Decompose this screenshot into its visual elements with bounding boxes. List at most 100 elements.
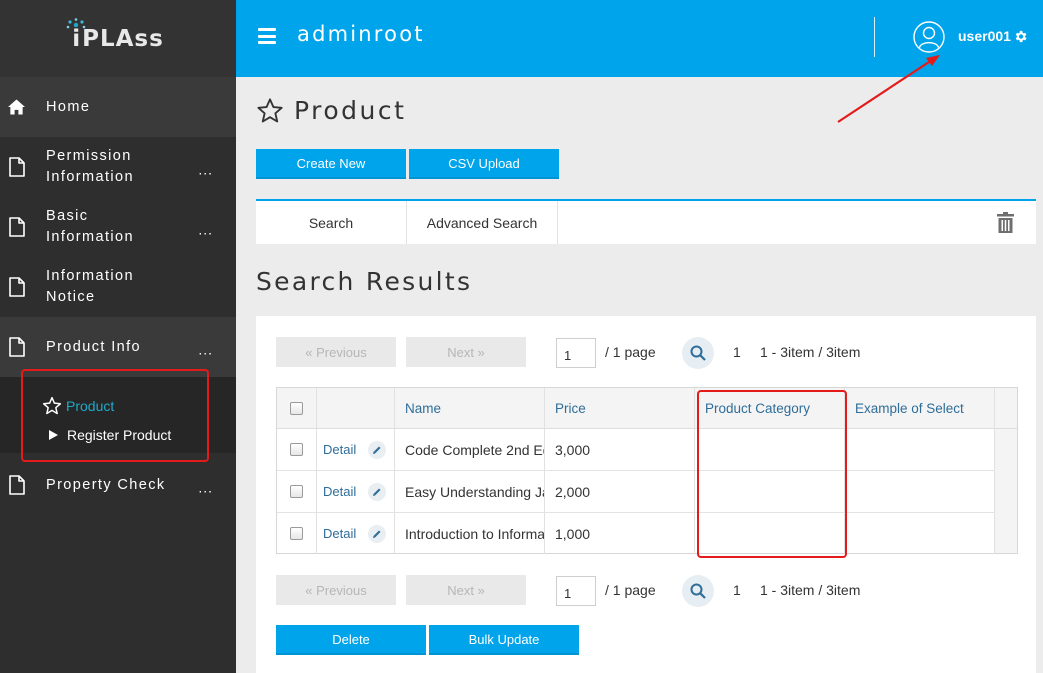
- header-price[interactable]: Price: [545, 388, 695, 429]
- col-select-label: Example of Select: [855, 401, 964, 416]
- create-new-button[interactable]: Create New: [256, 149, 406, 179]
- nav-label-line1: Information: [46, 268, 134, 284]
- logo-word: PLAss: [82, 25, 164, 52]
- tab-advanced-search[interactable]: Advanced Search: [407, 201, 558, 244]
- nav-home-label: Home: [46, 98, 91, 115]
- nav-permission-information[interactable]: Permission Information ...: [0, 137, 236, 197]
- delete-label: Delete: [332, 631, 370, 647]
- more-icon[interactable]: ...: [198, 340, 213, 361]
- bulk-update-button[interactable]: Bulk Update: [429, 625, 579, 655]
- table-header: Name Price Product Category Example of S…: [277, 388, 1017, 429]
- count-range: 1 - 3item / 3item: [760, 582, 861, 598]
- user-avatar-icon[interactable]: [913, 21, 945, 53]
- document-icon: [9, 337, 25, 357]
- cell-select: [845, 471, 995, 512]
- gear-icon[interactable]: [1013, 29, 1028, 44]
- row-checkbox-cell: [277, 513, 317, 554]
- nav-home[interactable]: Home: [0, 77, 236, 137]
- checkbox[interactable]: [290, 527, 303, 540]
- header-example-of-select[interactable]: Example of Select: [845, 388, 995, 429]
- header-name[interactable]: Name: [395, 388, 545, 429]
- checkbox[interactable]: [290, 402, 303, 415]
- detail-link[interactable]: Detail: [323, 442, 356, 457]
- logo-dots-icon: [66, 17, 86, 28]
- cell-select: [845, 513, 995, 554]
- more-icon[interactable]: ...: [198, 160, 213, 181]
- table-row: Detail Easy Understanding Java 2,000: [277, 471, 995, 513]
- nav-information-notice[interactable]: Information Notice: [0, 257, 236, 317]
- col-price-label: Price: [555, 401, 586, 416]
- search-tabs: Search Advanced Search: [256, 199, 1036, 244]
- checkbox[interactable]: [290, 443, 303, 456]
- detail-link[interactable]: Detail: [323, 484, 356, 499]
- page-input[interactable]: 1: [556, 338, 596, 368]
- nav-basic-information[interactable]: Basic Information ...: [0, 197, 236, 257]
- nav-property-check-label: Property Check: [46, 476, 166, 493]
- home-icon: [8, 99, 25, 115]
- count-range: 1 - 3item / 3item: [760, 344, 861, 360]
- edit-pencil-icon[interactable]: [368, 483, 386, 501]
- count-current: 1: [733, 344, 741, 360]
- checkbox[interactable]: [290, 485, 303, 498]
- next-label: Next »: [447, 582, 485, 598]
- results-panel: « Previous Next » 1 / 1 page 1 1 - 3item…: [256, 316, 1036, 673]
- nav-label-line1: Basic: [46, 208, 89, 224]
- col-name-label: Name: [405, 401, 442, 416]
- tab-search-label: Search: [308, 214, 354, 231]
- next-label: Next »: [447, 344, 485, 360]
- nav-property-check[interactable]: Property Check ...: [0, 453, 236, 517]
- count-current: 1: [733, 582, 741, 598]
- pager-bottom: « Previous Next » 1 / 1 page 1 1 - 3item…: [276, 575, 1016, 607]
- previous-button[interactable]: « Previous: [276, 337, 396, 367]
- nav-product-info-label: Product Info: [46, 338, 141, 355]
- sidebar: i PLAss Home Permission Information ... …: [0, 0, 236, 673]
- page-search-button[interactable]: [682, 337, 714, 369]
- edit-pencil-icon[interactable]: [368, 525, 386, 543]
- username[interactable]: user001: [958, 28, 1011, 44]
- document-icon: [9, 157, 25, 177]
- document-icon: [9, 475, 25, 495]
- page-search-button[interactable]: [682, 575, 714, 607]
- previous-button[interactable]: « Previous: [276, 575, 396, 605]
- delete-button[interactable]: Delete: [276, 625, 426, 655]
- annotation-box-submenu: [21, 369, 209, 462]
- trash-icon[interactable]: [997, 212, 1014, 233]
- previous-label: « Previous: [305, 344, 367, 360]
- cell-name: Introduction to Information: [395, 513, 545, 554]
- page-input[interactable]: 1: [556, 576, 596, 606]
- row-actions-cell: Detail: [317, 471, 395, 512]
- logo-text: i PLAss: [66, 17, 164, 52]
- nav-product-info[interactable]: Product Info ...: [0, 317, 236, 377]
- cell-name: Easy Understanding Java: [395, 471, 545, 512]
- edit-pencil-icon[interactable]: [368, 441, 386, 459]
- cell-price: 2,000: [545, 471, 695, 512]
- menu-icon[interactable]: [258, 28, 276, 44]
- row-actions-cell: Detail: [317, 429, 395, 470]
- row-checkbox-cell: [277, 429, 317, 470]
- nav-label-line1: Permission: [46, 148, 132, 164]
- create-new-label: Create New: [296, 155, 366, 171]
- annotation-arrow: [837, 55, 940, 123]
- row-actions-cell: Detail: [317, 513, 395, 554]
- cell-price: 1,000: [545, 513, 695, 554]
- detail-link[interactable]: Detail: [323, 526, 356, 541]
- next-button[interactable]: Next »: [406, 337, 526, 367]
- app-title: adminroot: [297, 22, 425, 46]
- previous-label: « Previous: [305, 582, 367, 598]
- page-title: Product: [256, 96, 406, 125]
- tab-search[interactable]: Search: [256, 201, 407, 244]
- header-select-all[interactable]: [277, 388, 317, 429]
- cell-select: [845, 429, 995, 470]
- page-suffix: / 1 page: [605, 582, 656, 598]
- search-icon: [690, 345, 706, 361]
- csv-upload-label: CSV Upload: [448, 155, 520, 171]
- logo[interactable]: i PLAss: [0, 0, 236, 77]
- next-button[interactable]: Next »: [406, 575, 526, 605]
- results-table: Name Price Product Category Example of S…: [276, 387, 1018, 554]
- logo-i: i: [66, 17, 86, 52]
- annotation-box-category: [697, 390, 847, 558]
- more-icon[interactable]: ...: [198, 220, 213, 241]
- csv-upload-button[interactable]: CSV Upload: [409, 149, 559, 179]
- document-icon: [9, 217, 25, 237]
- more-icon[interactable]: ...: [198, 478, 213, 499]
